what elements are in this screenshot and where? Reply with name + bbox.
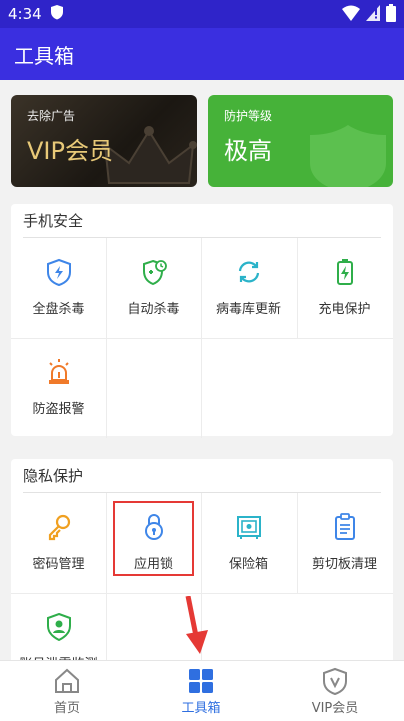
anti-theft-alarm-item[interactable]: 防盗报警 <box>11 338 106 438</box>
arrow-annotation-icon <box>185 596 208 654</box>
section-title: 隐私保护 <box>23 459 381 493</box>
alarm-icon <box>49 359 69 384</box>
bottom-navigation: 首页 工具箱 VIP会员 <box>0 660 404 721</box>
shield-clock-icon <box>143 259 167 286</box>
key-icon <box>48 514 71 541</box>
status-time: 4:34 <box>8 5 42 23</box>
protection-level-card[interactable]: 防护等级 极高 <box>208 95 393 187</box>
protection-level: 极高 <box>224 137 272 165</box>
account-shield-icon <box>47 613 71 641</box>
refresh-icon <box>238 261 260 283</box>
password-manager-item[interactable]: 密码管理 <box>11 493 106 593</box>
protection-caption: 防护等级 <box>224 109 273 123</box>
status-bar: 4:34 <box>0 0 404 28</box>
page-title: 工具箱 <box>14 43 74 68</box>
clipboard-clean-item[interactable]: 剪切板清理 <box>297 493 392 593</box>
clipboard-icon <box>335 513 355 540</box>
auto-scan-item[interactable]: 自动杀毒 <box>106 238 201 338</box>
phone-security-card: 手机安全 全盘杀毒 自动杀毒 病毒库更新 充电保护 防盗报警 <box>11 204 393 438</box>
safe-icon <box>237 516 261 539</box>
shield-status-icon <box>50 4 64 24</box>
highlight-box <box>113 501 194 576</box>
safe-box-item[interactable]: 保险箱 <box>201 493 296 593</box>
app-bar: 工具箱 <box>0 28 404 80</box>
shield-bg-icon <box>310 125 386 187</box>
full-scan-item[interactable]: 全盘杀毒 <box>11 238 106 338</box>
virus-db-update-item[interactable]: 病毒库更新 <box>201 238 296 338</box>
vip-title: VIP会员 <box>27 137 113 165</box>
section-title: 手机安全 <box>23 204 381 238</box>
battery-icon <box>386 4 396 26</box>
grid-icon <box>189 669 213 693</box>
home-icon <box>55 668 79 693</box>
signal-icon <box>366 5 380 25</box>
charging-protection-item[interactable]: 充电保护 <box>297 238 392 338</box>
nav-toolbox[interactable]: 工具箱 <box>134 661 268 721</box>
vip-caption: 去除广告 <box>27 109 76 123</box>
wifi-icon <box>342 5 360 25</box>
vip-shield-icon <box>323 667 347 695</box>
battery-charge-icon <box>337 259 353 285</box>
crown-icon <box>101 126 197 184</box>
vip-promo-card[interactable]: 去除广告 VIP会员 <box>11 95 197 187</box>
nav-home[interactable]: 首页 <box>0 661 134 721</box>
nav-vip[interactable]: VIP会员 <box>268 661 402 721</box>
shield-lightning-icon <box>47 258 71 286</box>
